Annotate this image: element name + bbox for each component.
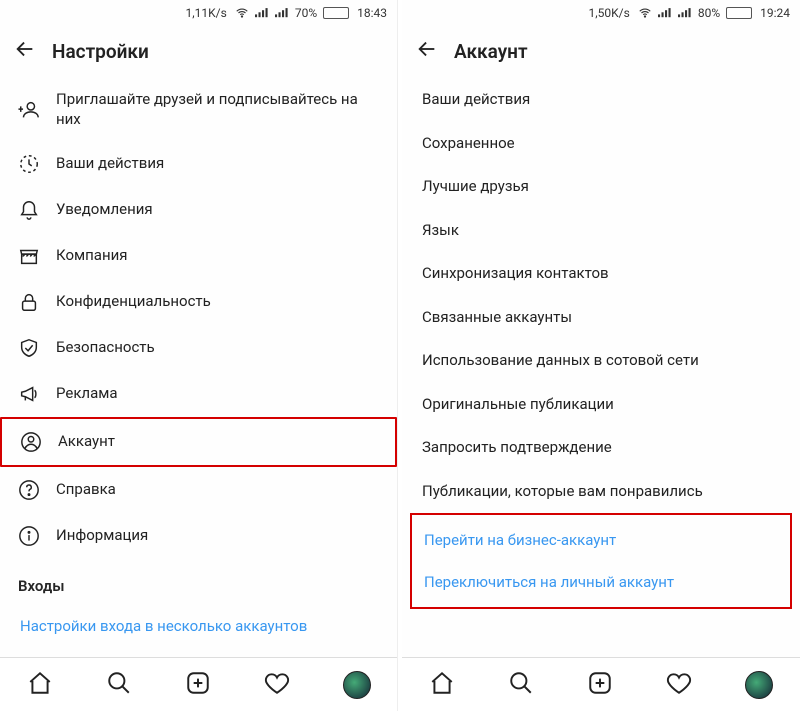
- settings-screen: 1,11K/s 70% 18:43 Настройки: [0, 0, 398, 711]
- row-security[interactable]: Безопасность: [0, 325, 397, 371]
- back-icon[interactable]: [416, 38, 438, 64]
- row-your-activity[interactable]: Ваши действия: [402, 78, 800, 122]
- signal-icon-2: [678, 7, 692, 19]
- nav-home-icon[interactable]: [429, 670, 455, 700]
- row-ads[interactable]: Реклама: [0, 371, 397, 417]
- row-cellular-data[interactable]: Использование данных в сотовой сети: [402, 339, 800, 383]
- row-label: Язык: [422, 221, 782, 241]
- status-bar: 1,11K/s 70% 18:43: [0, 0, 397, 26]
- row-privacy[interactable]: Конфиденциальность: [0, 279, 397, 325]
- row-linked-accounts[interactable]: Связанные аккаунты: [402, 296, 800, 340]
- signal-icon-2: [275, 7, 289, 19]
- wifi-icon: [235, 6, 249, 20]
- row-contact-sync[interactable]: Синхронизация контактов: [402, 252, 800, 296]
- row-label: Аккаунт: [58, 432, 377, 452]
- row-label: Лучшие друзья: [422, 177, 782, 197]
- nav-search-icon[interactable]: [508, 670, 534, 700]
- page-title: Аккаунт: [454, 40, 528, 63]
- row-language[interactable]: Язык: [402, 209, 800, 253]
- nav-search-icon[interactable]: [106, 670, 132, 700]
- row-label: Использование данных в сотовой сети: [422, 351, 782, 371]
- header: Настройки: [0, 26, 397, 78]
- header: Аккаунт: [402, 26, 800, 78]
- link-switch-personal[interactable]: Переключиться на личный аккаунт: [412, 561, 790, 603]
- signal-icon-1: [658, 7, 672, 19]
- row-label: Компания: [56, 246, 379, 266]
- row-label: Информация: [56, 526, 379, 546]
- settings-list: Приглашайте друзей и подписывайтесь на н…: [0, 78, 397, 657]
- add-person-icon: [18, 99, 40, 121]
- storefront-icon: [18, 245, 40, 267]
- row-label: Синхронизация контактов: [422, 264, 782, 284]
- link-switch-business[interactable]: Перейти на бизнес-аккаунт: [412, 519, 790, 561]
- status-bar: 1,50K/s 80% 19:24: [402, 0, 800, 26]
- battery-icon: [726, 7, 752, 19]
- row-label: Конфиденциальность: [56, 292, 379, 312]
- battery-percent: 80%: [698, 6, 720, 20]
- row-label: Безопасность: [56, 338, 379, 358]
- row-notifications[interactable]: Уведомления: [0, 187, 397, 233]
- link-multi-login[interactable]: Настройки входа в несколько аккаунтов: [0, 605, 397, 647]
- row-label: Оригинальные публикации: [422, 395, 782, 415]
- shield-icon: [18, 337, 40, 359]
- bell-icon: [18, 199, 40, 221]
- account-list: Ваши действия Сохраненное Лучшие друзья …: [402, 78, 800, 657]
- row-label: Уведомления: [56, 200, 379, 220]
- row-saved[interactable]: Сохраненное: [402, 122, 800, 166]
- nav-add-icon[interactable]: [185, 670, 211, 700]
- network-speed: 1,11K/s: [186, 6, 227, 20]
- row-label: Приглашайте друзей и подписывайтесь на н…: [56, 90, 379, 129]
- account-screen: 1,50K/s 80% 19:24 Аккаунт Ваши действия …: [402, 0, 800, 711]
- row-help[interactable]: Справка: [0, 467, 397, 513]
- nav-heart-icon[interactable]: [666, 670, 692, 700]
- row-label: Запросить подтверждение: [422, 438, 782, 458]
- battery-percent: 70%: [295, 6, 317, 20]
- battery-icon: [323, 7, 349, 19]
- info-circle-icon: [18, 525, 40, 547]
- clock-time: 18:43: [357, 6, 387, 20]
- nav-profile-icon[interactable]: [343, 671, 371, 699]
- nav-heart-icon[interactable]: [264, 670, 290, 700]
- row-label: Связанные аккаунты: [422, 308, 782, 328]
- back-icon[interactable]: [14, 38, 36, 64]
- section-logins: Входы: [0, 559, 397, 605]
- row-liked-posts[interactable]: Публикации, которые вам понравились: [402, 470, 800, 514]
- row-label: Сохраненное: [422, 134, 782, 154]
- row-your-activity[interactable]: Ваши действия: [0, 141, 397, 187]
- row-invite-friends[interactable]: Приглашайте друзей и подписывайтесь на н…: [0, 78, 397, 141]
- row-close-friends[interactable]: Лучшие друзья: [402, 165, 800, 209]
- person-circle-icon: [20, 431, 42, 453]
- page-title: Настройки: [52, 40, 149, 63]
- row-account[interactable]: Аккаунт: [0, 417, 397, 467]
- nav-profile-icon[interactable]: [745, 671, 773, 699]
- row-label: Ваши действия: [422, 90, 782, 110]
- wifi-icon: [638, 6, 652, 20]
- nav-add-icon[interactable]: [587, 670, 613, 700]
- row-label: Ваши действия: [56, 154, 379, 174]
- row-about[interactable]: Информация: [0, 513, 397, 559]
- bottom-nav: [402, 657, 800, 711]
- row-business[interactable]: Компания: [0, 233, 397, 279]
- nav-home-icon[interactable]: [27, 670, 53, 700]
- row-label: Публикации, которые вам понравились: [422, 482, 782, 502]
- signal-icon-1: [255, 7, 269, 19]
- activity-icon: [18, 153, 40, 175]
- help-circle-icon: [18, 479, 40, 501]
- megaphone-icon: [18, 383, 40, 405]
- bottom-nav: [0, 657, 397, 711]
- highlighted-links: Перейти на бизнес-аккаунт Переключиться …: [410, 513, 792, 609]
- row-label: Справка: [56, 480, 379, 500]
- row-request-verification[interactable]: Запросить подтверждение: [402, 426, 800, 470]
- row-original-posts[interactable]: Оригинальные публикации: [402, 383, 800, 427]
- network-speed: 1,50K/s: [589, 6, 630, 20]
- row-label: Реклама: [56, 384, 379, 404]
- clock-time: 19:24: [760, 6, 790, 20]
- lock-icon: [18, 291, 40, 313]
